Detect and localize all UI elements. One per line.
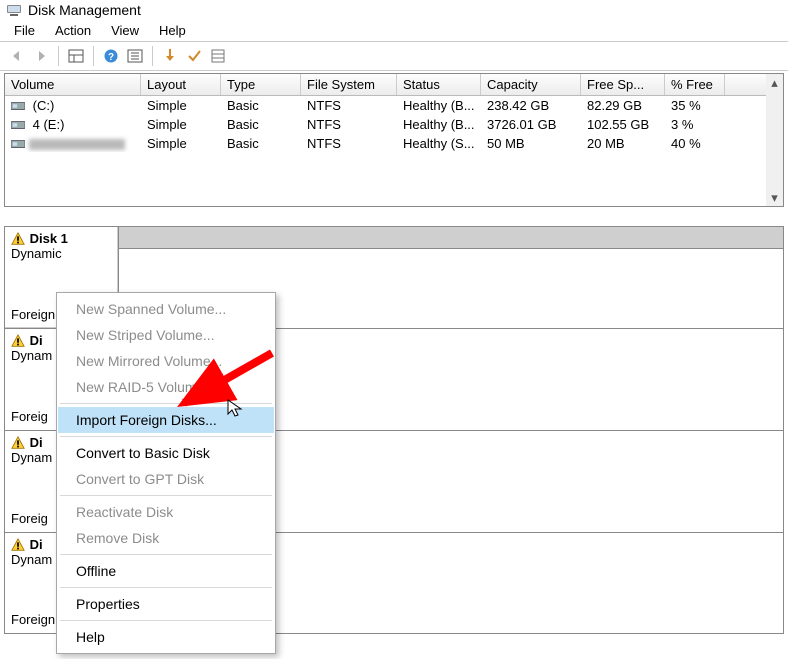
table-row[interactable]: SimpleBasicNTFSHealthy (S...50 MB20 MB40… [5,134,783,153]
table-row[interactable]: 4 (E:)SimpleBasicNTFSHealthy (B...3726.0… [5,115,783,134]
volume-rows: (C:)SimpleBasicNTFSHealthy (B...238.42 G… [5,96,783,153]
menu-separator [60,620,272,621]
cell-free: 102.55 GB [581,116,665,133]
cell-volume: (C:) [5,97,141,114]
cell-free: 82.29 GB [581,97,665,114]
settings-button[interactable] [124,45,146,67]
back-button[interactable] [6,45,28,67]
vertical-scrollbar[interactable]: ▴ ▾ [766,74,783,206]
menu-item: Convert to GPT Disk [58,466,274,492]
menubar: File Action View Help [0,20,788,42]
menu-item: Reactivate Disk [58,499,274,525]
col-header-volume[interactable]: Volume [5,74,141,95]
menu-item: New Striped Volume... [58,322,274,348]
app-icon [6,2,22,18]
menu-separator [60,554,272,555]
scroll-down-icon[interactable]: ▾ [766,189,783,206]
disk-foreign-label: Foreign [11,307,55,322]
menu-separator [60,587,272,588]
action-button[interactable] [159,45,181,67]
svg-text:?: ? [108,52,114,63]
view-panes-button[interactable] [65,45,87,67]
disk-foreign-label: Foreig [11,409,48,424]
toolbar: ? [0,42,788,71]
menu-item[interactable]: Help [58,624,274,650]
menu-separator [60,436,272,437]
cell-layout: Simple [141,116,221,133]
col-header-fs[interactable]: File System [301,74,397,95]
col-header-type[interactable]: Type [221,74,301,95]
titlebar: Disk Management [0,0,788,20]
menu-item[interactable]: Offline [58,558,274,584]
list-button[interactable] [207,45,229,67]
toolbar-sep [93,46,94,66]
table-row[interactable]: (C:)SimpleBasicNTFSHealthy (B...238.42 G… [5,96,783,115]
menu-separator [60,495,272,496]
cursor-icon [226,398,246,418]
cell-pct: 40 % [665,135,725,152]
toolbar-sep [152,46,153,66]
disk-foreign-label: Foreign [11,612,55,627]
col-header-free[interactable]: Free Sp... [581,74,665,95]
disk-name: Disk 1 [11,231,112,246]
cell-type: Basic [221,135,301,152]
cell-status: Healthy (S... [397,135,481,152]
volume-header-row: Volume Layout Type File System Status Ca… [5,74,783,96]
window-title: Disk Management [28,2,141,18]
volume-list: Volume Layout Type File System Status Ca… [4,73,784,207]
cell-fs: NTFS [301,116,397,133]
col-header-layout[interactable]: Layout [141,74,221,95]
apply-button[interactable] [183,45,205,67]
disk-status: Dynamic [11,246,112,261]
cell-capacity: 3726.01 GB [481,116,581,133]
cell-fs: NTFS [301,97,397,114]
col-header-pct[interactable]: % Free [665,74,725,95]
menu-item[interactable]: Convert to Basic Disk [58,440,274,466]
cell-fs: NTFS [301,135,397,152]
cell-status: Healthy (B... [397,116,481,133]
cell-type: Basic [221,97,301,114]
cell-layout: Simple [141,97,221,114]
cell-free: 20 MB [581,135,665,152]
menu-item: Remove Disk [58,525,274,551]
cell-layout: Simple [141,135,221,152]
cell-capacity: 238.42 GB [481,97,581,114]
menu-action[interactable]: Action [47,21,99,40]
cell-capacity: 50 MB [481,135,581,152]
menu-item[interactable]: Properties [58,591,274,617]
menu-help[interactable]: Help [151,21,194,40]
forward-button[interactable] [30,45,52,67]
col-header-capacity[interactable]: Capacity [481,74,581,95]
cell-volume: 4 (E:) [5,116,141,133]
cell-pct: 35 % [665,97,725,114]
disk-foreign-label: Foreig [11,511,48,526]
cell-pct: 3 % [665,116,725,133]
cell-type: Basic [221,116,301,133]
menu-view[interactable]: View [103,21,147,40]
col-header-status[interactable]: Status [397,74,481,95]
cell-status: Healthy (B... [397,97,481,114]
cell-volume [5,135,141,152]
scroll-up-icon[interactable]: ▴ [766,74,783,91]
toolbar-sep [58,46,59,66]
help-button[interactable]: ? [100,45,122,67]
menu-file[interactable]: File [6,21,43,40]
menu-item: New Spanned Volume... [58,296,274,322]
